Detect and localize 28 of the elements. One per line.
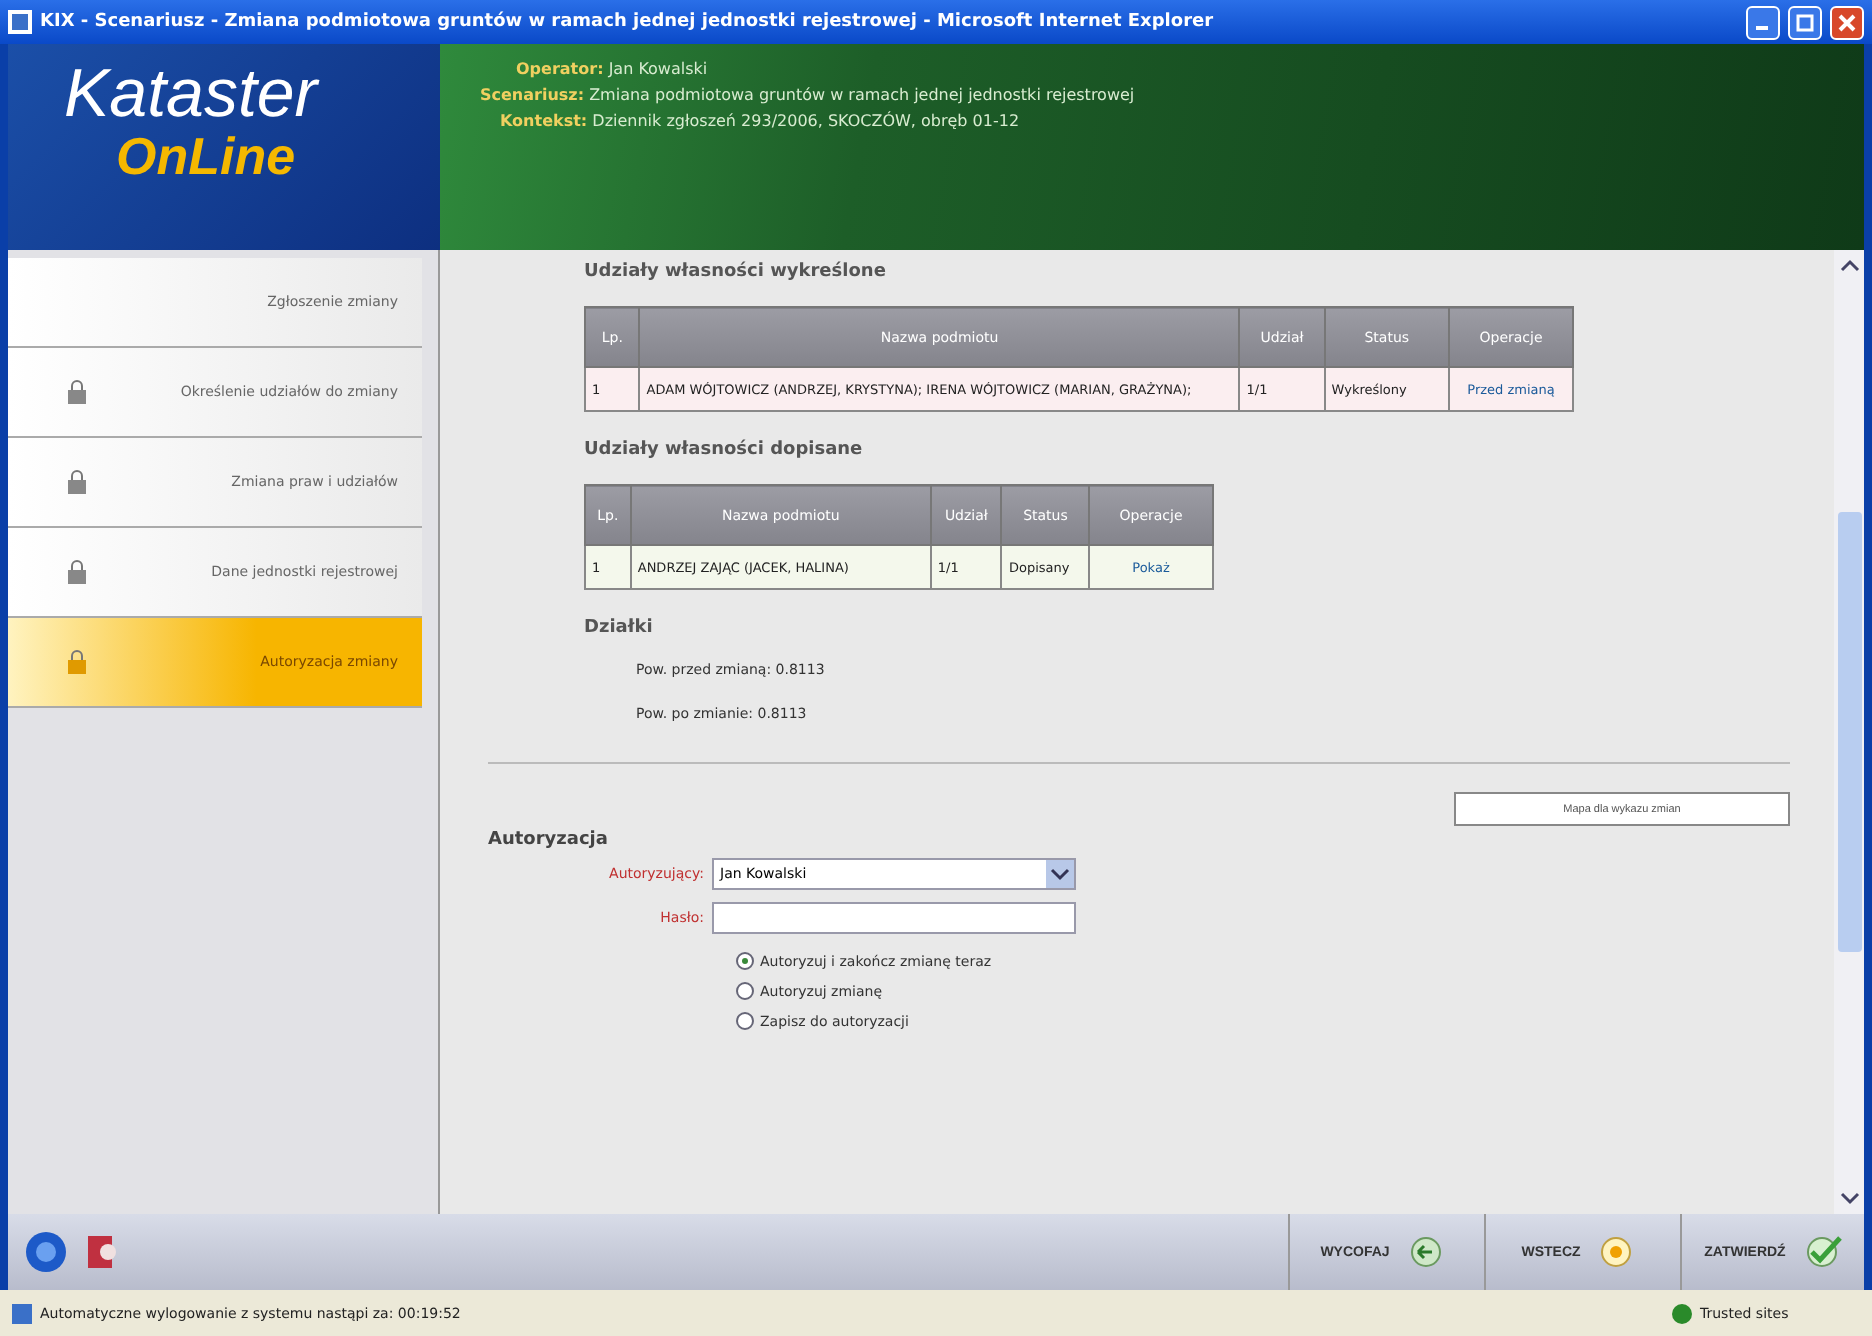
checkmark-icon <box>1805 1236 1842 1268</box>
header-line: Scenariusz: Zmiana podmiotowa gruntów w ramach jednej jednostki rejestrowej <box>480 86 1137 104</box>
lock-icon <box>68 650 86 674</box>
lock-icon <box>68 470 86 494</box>
scroll-down-icon[interactable] <box>1839 1190 1859 1206</box>
close-icon <box>1838 13 1856 31</box>
minimize-button[interactable] <box>1746 5 1780 39</box>
scrollbar[interactable] <box>1834 250 1864 1214</box>
section-title: Działki <box>584 618 655 638</box>
header-line: Kontekst: Dziennik zgłoszeń 293/2006, SKOCZÓW, obręb 01-12 <box>500 112 1022 130</box>
scroll-up-icon[interactable] <box>1839 258 1859 274</box>
help-icon[interactable] <box>24 1230 68 1274</box>
window-title: KIX - Scenariusz - Zmiana podmiotowa gruntów w ramach jednej jednostki rejestrowej - Microsoft Internet Explorer <box>40 12 1216 32</box>
close-button[interactable] <box>1830 5 1864 39</box>
password-field[interactable] <box>712 902 1076 934</box>
logo: Kataster OnLine <box>8 44 440 250</box>
section-title: Udziały własności dopisane <box>584 440 865 460</box>
lock-icon <box>68 560 86 584</box>
page-icon <box>12 1303 32 1323</box>
maximize-button[interactable] <box>1788 5 1822 39</box>
browser-icon <box>8 10 32 34</box>
circle-icon <box>1600 1236 1633 1268</box>
section-title: Autoryzacja <box>488 830 610 850</box>
check-icon <box>1672 1303 1692 1323</box>
lock-icon <box>68 380 86 404</box>
header-line: Operator: Jan Kowalski <box>516 60 710 78</box>
section-title: Udziały własności wykreślone <box>584 262 888 282</box>
maximize-icon <box>1796 13 1814 31</box>
